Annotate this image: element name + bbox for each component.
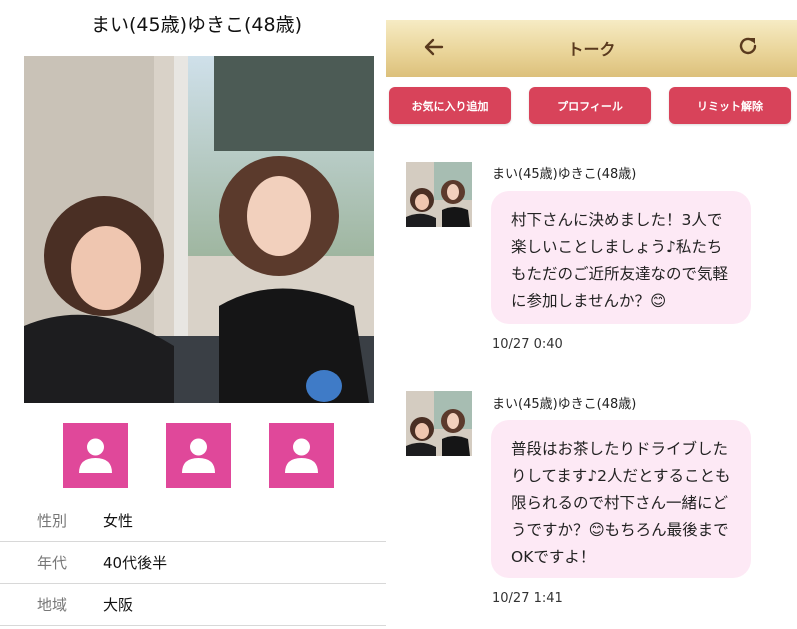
thumbnail-3[interactable] [269,423,334,488]
info-row-age: 年代 40代後半 [0,541,390,584]
info-row-gender: 性別 女性 [0,499,390,542]
sender-name: まい(45歳)ゆきこ(48歳) [492,397,637,412]
info-value: 大阪 [103,596,134,614]
profile-panel: まい(45歳)ゆきこ(48歳) 性別 女性 年代 40代後半 地域 大阪 [0,0,393,629]
profile-photo[interactable] [24,56,374,403]
message-bubble: 普段はお茶したりドライブしたりしてます♪2人だとすることも限られるので村下さん一… [491,420,751,578]
avatar[interactable] [406,162,472,227]
info-row-region: 地域 大阪 [0,583,390,626]
person-icon [285,438,318,473]
person-icon [182,438,215,473]
info-value: 40代後半 [103,554,168,572]
refresh-icon[interactable] [736,34,760,58]
info-label: 地域 [37,596,68,614]
avatar[interactable] [406,391,472,456]
message-time: 10/27 0:40 [492,337,563,352]
chat-header: トーク [386,20,797,77]
message-time: 10/27 1:41 [492,591,563,606]
add-favorite-button[interactable]: お気に入り追加 [389,87,511,124]
thumbnail-2[interactable] [166,423,231,488]
profile-button[interactable]: プロフィール [529,87,651,124]
message-bubble: 村下さんに決めました！3人で楽しいことしましょう♪私たちもただのご近所友達なので… [491,191,751,324]
thumbnail-1[interactable] [63,423,128,488]
person-icon [79,438,112,473]
photo-thumbnails [0,423,393,489]
info-value: 女性 [103,512,134,530]
info-label: 年代 [37,554,68,572]
sender-name: まい(45歳)ゆきこ(48歳) [492,167,637,182]
profile-name: まい(45歳)ゆきこ(48歳) [90,14,302,36]
chat-panel: トーク お気に入り追加 プロフィール リミット解除 まい(45歳)ゆきこ(48歳… [386,20,797,629]
limit-release-button[interactable]: リミット解除 [669,87,791,124]
info-label: 性別 [37,512,68,530]
